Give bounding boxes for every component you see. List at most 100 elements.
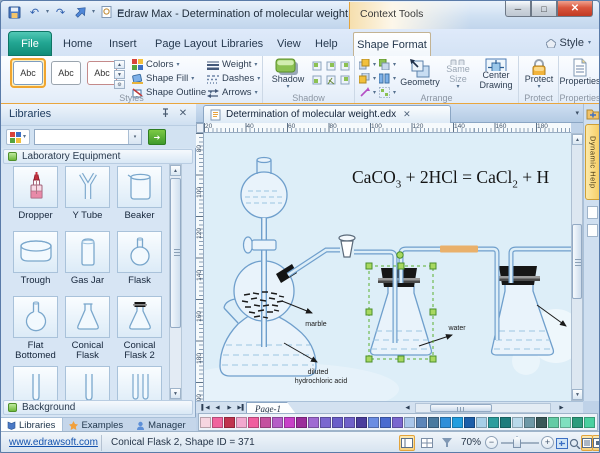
library-search-go-button[interactable]: ➔ (148, 129, 166, 145)
last-page-button[interactable]: ▶▌ (236, 403, 247, 413)
edrawsoft-link[interactable]: www.edrawsoft.com (9, 437, 98, 448)
library-search-input[interactable] (36, 131, 128, 143)
palette-swatch[interactable] (248, 417, 259, 428)
tab-help[interactable]: Help (307, 35, 346, 56)
shape-dropper[interactable] (13, 166, 58, 208)
section-background[interactable]: Background (3, 400, 193, 415)
align-button[interactable]: ▾ (379, 59, 396, 70)
properties-button[interactable]: Properties (559, 57, 600, 90)
minimize-button[interactable]: ─ (505, 1, 531, 17)
palette-swatch[interactable] (548, 417, 559, 428)
bottom-tab-examples[interactable]: Examples (63, 418, 130, 432)
navigate-dropdown[interactable]: ▾ (92, 9, 95, 15)
palette-swatch[interactable] (500, 417, 511, 428)
style-menu[interactable]: Style ▾ (546, 37, 591, 49)
palette-swatch[interactable] (584, 417, 595, 428)
style-gallery-more[interactable]: ⚙ (114, 80, 125, 89)
palette-swatch[interactable] (200, 417, 211, 428)
scroll-up-icon[interactable]: ▲ (170, 165, 181, 176)
distribute-button[interactable]: ▾ (379, 73, 396, 84)
palette-swatch[interactable] (344, 417, 355, 428)
shape-flask[interactable] (117, 231, 162, 273)
palette-swatch[interactable] (440, 417, 451, 428)
vscroll-thumb[interactable] (572, 224, 582, 299)
library-scroll-thumb[interactable] (170, 178, 181, 328)
dropping-funnel-shape[interactable] (241, 158, 287, 219)
protect-button[interactable]: Protect ▾ (521, 57, 557, 90)
palette-swatch[interactable] (260, 417, 271, 428)
navigate-button[interactable] (72, 4, 89, 20)
palette-swatch[interactable] (452, 417, 463, 428)
dashes-button[interactable]: Dashes▾ (207, 73, 260, 84)
palette-swatch[interactable] (512, 417, 523, 428)
scroll-down-icon[interactable]: ▼ (572, 389, 583, 400)
canvas-vertical-scrollbar[interactable]: ▲ ▼ (571, 133, 583, 401)
undo-button[interactable]: ↶ (26, 4, 43, 20)
palette-swatch[interactable] (524, 417, 535, 428)
tab-file[interactable]: File (8, 31, 52, 56)
panel-close-icon[interactable]: ✕ (176, 108, 190, 122)
library-search-dropdown[interactable]: ▾ (128, 130, 141, 144)
tab-insert[interactable]: Insert (101, 35, 145, 56)
style-preview-2[interactable]: Abc (51, 61, 81, 85)
palette-swatch[interactable] (404, 417, 415, 428)
scroll-up-icon[interactable]: ▲ (572, 134, 583, 145)
palette-swatch[interactable] (284, 417, 295, 428)
shape-y-tube[interactable] (65, 166, 110, 208)
palette-swatch[interactable] (464, 417, 475, 428)
first-page-button[interactable]: ▌◀ (200, 403, 211, 413)
page-view-button[interactable] (419, 435, 435, 451)
close-button[interactable]: ✕ (557, 1, 593, 17)
hscroll-right-icon[interactable]: ▶ (556, 403, 567, 413)
style-preview-1[interactable]: Abc (13, 61, 43, 85)
help-page-icon-2[interactable] (587, 224, 598, 237)
shadow-button[interactable]: Shadow ▾ (268, 57, 308, 90)
palette-swatch[interactable] (560, 417, 571, 428)
palette-swatch[interactable] (572, 417, 583, 428)
shadow-direction-icons[interactable] (311, 60, 351, 88)
filter-view-button[interactable] (439, 435, 455, 451)
palette-swatch[interactable] (212, 417, 223, 428)
weight-button[interactable]: Weight▾ (207, 59, 257, 70)
document-tab[interactable]: Determination of molecular weight.edx ✕ (203, 105, 451, 123)
palette-swatch[interactable] (308, 417, 319, 428)
palette-swatch[interactable] (332, 417, 343, 428)
palette-swatch[interactable] (536, 417, 547, 428)
palette-swatch[interactable] (416, 417, 427, 428)
print-preview-button[interactable] (98, 4, 115, 20)
palette-swatch[interactable] (320, 417, 331, 428)
palette-swatch[interactable] (236, 417, 247, 428)
library-filter-button[interactable]: ▾ (6, 129, 30, 145)
geometry-button[interactable]: Geometry (399, 57, 441, 90)
bring-forward-button[interactable]: ▾ (359, 59, 376, 70)
center-drawing-button[interactable]: Center Drawing (475, 57, 517, 90)
maximize-button[interactable]: □ (531, 1, 557, 17)
palette-swatch[interactable] (428, 417, 439, 428)
canvas-horizontal-scrollbar[interactable] (415, 403, 551, 413)
chemical-equation[interactable]: CaCO3 + 2HCl = CaCl2 + H (352, 167, 571, 193)
palette-swatch[interactable] (224, 417, 235, 428)
undo-dropdown[interactable]: ▾ (46, 9, 49, 15)
next-page-button[interactable]: ▶ (224, 403, 235, 413)
shape-test-tube[interactable] (13, 366, 58, 400)
zoom-out-button[interactable]: − (485, 436, 498, 449)
palette-swatch[interactable] (392, 417, 403, 428)
pin-icon[interactable] (158, 108, 172, 122)
palette-swatch[interactable] (476, 417, 487, 428)
bottom-tab-manager[interactable]: Manager (130, 418, 193, 432)
zoom-slider-thumb[interactable] (513, 436, 521, 448)
palette-swatch[interactable] (296, 417, 307, 428)
style-scroll-down[interactable]: ▼ (114, 70, 125, 79)
tab-overflow-icon[interactable]: ▾ (575, 109, 579, 117)
zoom-region-button[interactable] (568, 435, 582, 451)
full-screen-button[interactable] (592, 435, 600, 451)
style-scroll-up[interactable]: ▲ (114, 60, 125, 69)
hscroll-left-icon[interactable]: ◀ (402, 403, 413, 413)
tab-home[interactable]: Home (55, 35, 100, 56)
tab-libraries[interactable]: Libraries (213, 35, 271, 56)
tab-shape-format[interactable]: Shape Format (353, 32, 431, 56)
shape-conical-flask[interactable] (65, 296, 110, 338)
shape-flat-bottomed[interactable] (13, 296, 58, 338)
library-scrollbar[interactable]: ▲ ▼ (169, 164, 182, 400)
redo-button[interactable]: ↷ (52, 4, 69, 20)
